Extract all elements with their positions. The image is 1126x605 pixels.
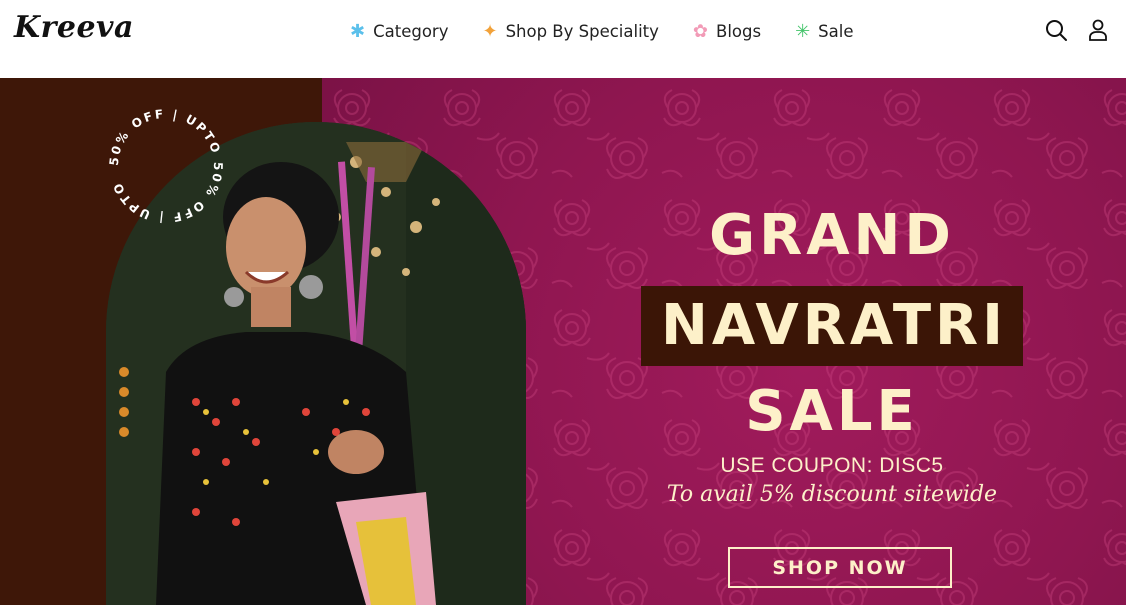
- logo[interactable]: Kreeva: [14, 10, 134, 45]
- user-icon[interactable]: [1086, 18, 1110, 42]
- snowflake-icon: ✱: [350, 21, 366, 41]
- hero-banner[interactable]: 50% OFF | UPTO 50% OFF | UPTO GRAND NAVR…: [0, 78, 1126, 605]
- nav-blogs[interactable]: ✿ Blogs: [693, 22, 761, 41]
- promo-line-navratri: NAVRATRI: [640, 286, 1023, 367]
- nav-blogs-label: Blogs: [716, 21, 762, 41]
- nav-shop-by-speciality[interactable]: ✦ Shop By Speciality: [482, 22, 658, 41]
- main-nav: ✱ Category ✦ Shop By Speciality ✿ Blogs …: [350, 19, 888, 43]
- svg-text:50% OFF | UPTO 50% OFF | UPTO: 50% OFF | UPTO 50% OFF | UPTO: [107, 107, 225, 225]
- nav-sale[interactable]: ✳ Sale: [795, 22, 853, 41]
- coupon-text: USE COUPON: DISC5: [720, 454, 944, 478]
- nav-sale-label: Sale: [818, 21, 854, 41]
- discount-text: To avail 5% discount sitewide: [666, 482, 998, 508]
- promo-block: GRAND NAVRATRI SALE USE COUPON: DISC5 To…: [612, 206, 1052, 507]
- shop-now-button[interactable]: SHOP NOW: [728, 547, 952, 588]
- asterisk-icon: ✳: [795, 21, 811, 41]
- flower-icon: ✿: [692, 21, 708, 41]
- nav-category[interactable]: ✱ Category: [350, 22, 448, 41]
- promo-line-sale: SALE: [745, 379, 919, 445]
- header-actions: [1044, 18, 1110, 42]
- promo-line-grand: GRAND: [709, 203, 955, 268]
- upto-50-off-badge: 50% OFF | UPTO 50% OFF | UPTO: [107, 107, 225, 225]
- nav-speciality-label: Shop By Speciality: [505, 21, 659, 41]
- search-icon[interactable]: [1044, 18, 1068, 42]
- shop-now-label: SHOP NOW: [772, 556, 908, 579]
- nav-category-label: Category: [373, 21, 449, 41]
- sparkle-icon: ✦: [482, 21, 498, 41]
- site-header: Kreeva ✱ Category ✦ Shop By Speciality ✿…: [0, 0, 1126, 78]
- badge-text: 50% OFF | UPTO 50% OFF | UPTO: [107, 107, 223, 225]
